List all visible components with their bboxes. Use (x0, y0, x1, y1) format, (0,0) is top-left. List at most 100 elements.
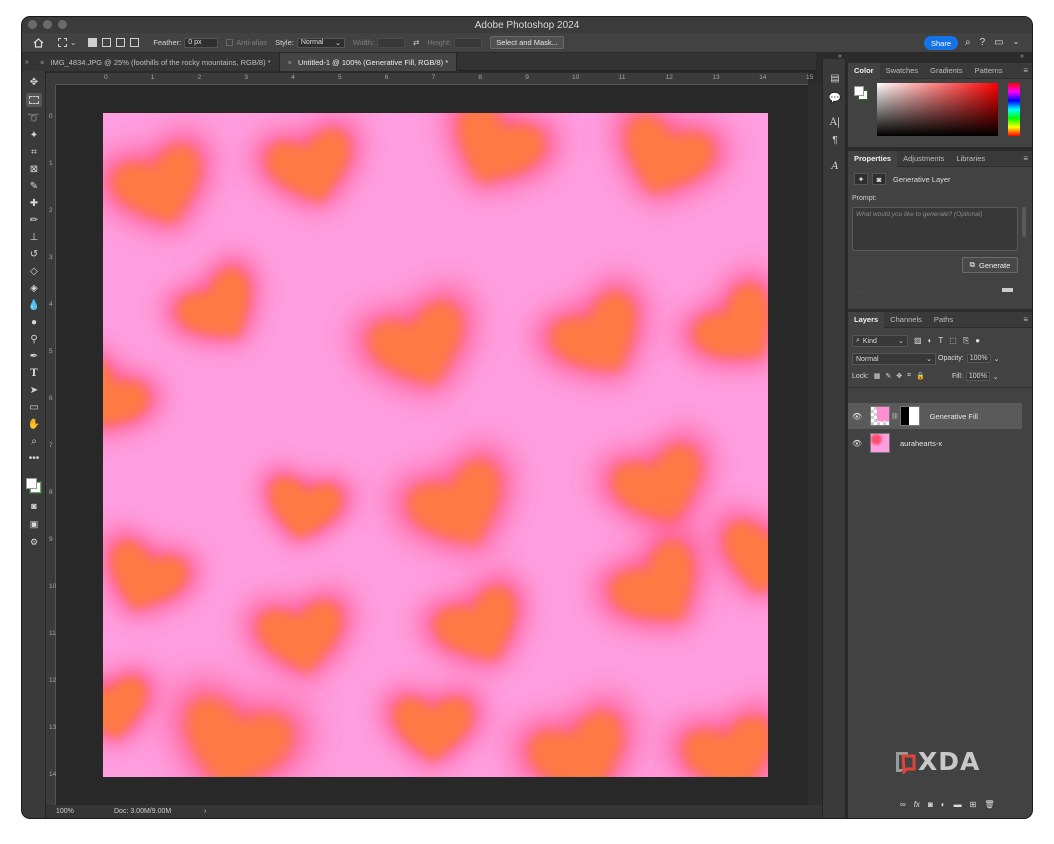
object-selection-tool-icon[interactable]: ✦ (26, 128, 42, 142)
opacity-slider-icon[interactable]: ⌄ (994, 355, 1000, 363)
chain-link-icon[interactable]: ⛓ (891, 413, 899, 420)
mask-icon[interactable]: ◙ (872, 173, 886, 185)
marquee-tool-icon[interactable] (26, 93, 42, 107)
filter-type-icon[interactable]: T (938, 336, 943, 346)
filter-adjustment-icon[interactable]: ◐ (928, 336, 933, 346)
panel-menu-icon[interactable]: ≡ (1023, 66, 1028, 75)
layer-style-icon[interactable]: fx (914, 800, 920, 809)
close-tab-icon[interactable]: × (288, 58, 292, 67)
filter-toggle-icon[interactable]: ● (975, 336, 980, 346)
crop-tool-icon[interactable]: ⌗ (26, 145, 42, 159)
home-icon[interactable] (22, 33, 54, 53)
type-tool-icon[interactable]: T (26, 366, 42, 380)
color-panel-swatches[interactable] (854, 86, 868, 100)
close-tab-icon[interactable]: × (40, 58, 44, 67)
lock-image-icon[interactable]: ✎ (885, 372, 891, 380)
style-select[interactable]: Normal ⌄ (296, 37, 345, 48)
path-selection-tool-icon[interactable]: ➤ (26, 383, 42, 397)
lock-transparent-icon[interactable]: ▦ (874, 372, 881, 380)
workspace-icon[interactable]: ▭ (994, 37, 1003, 48)
more-tools-icon[interactable]: ••• (26, 451, 42, 465)
properties-scrollbar[interactable] (1022, 207, 1026, 237)
panel-menu-icon[interactable]: ≡ (1023, 154, 1028, 163)
foreground-color-swatch[interactable] (26, 478, 37, 489)
eraser-tool-icon[interactable]: ◇ (26, 264, 42, 278)
visibility-eye-icon[interactable]: 👁 (850, 439, 864, 448)
intersect-selection-icon[interactable] (130, 38, 140, 47)
lock-position-icon[interactable]: ✥ (896, 372, 902, 380)
search-icon[interactable]: ⌕ (965, 37, 971, 48)
glyphs-panel-icon[interactable]: A (827, 159, 843, 173)
tab-patterns[interactable]: Patterns (969, 63, 1009, 79)
new-layer-icon[interactable]: ⊞ (970, 800, 977, 809)
prompt-textarea[interactable]: What would you like to generate? (Option… (852, 207, 1018, 251)
document-canvas[interactable] (103, 113, 768, 777)
history-brush-tool-icon[interactable]: ↺ (26, 247, 42, 261)
delete-layer-icon[interactable]: 🗑 (984, 800, 994, 809)
vertical-scrollbar[interactable] (808, 85, 822, 805)
new-group-icon[interactable]: ▬ (954, 800, 962, 809)
new-selection-icon[interactable] (88, 38, 98, 47)
brush-tool-icon[interactable]: ✏ (26, 213, 42, 227)
height-input[interactable] (454, 37, 483, 48)
width-input[interactable] (377, 37, 406, 48)
swap-dimensions-icon[interactable]: ⇄ (409, 33, 423, 53)
paint-bucket-tool-icon[interactable]: ◈ (26, 281, 42, 295)
tab-paths[interactable]: Paths (928, 312, 959, 328)
healing-brush-tool-icon[interactable]: ✚ (26, 196, 42, 210)
layer-filter-select[interactable]: ⌕ Kind ⌄ (852, 335, 908, 347)
zoom-level[interactable]: 100% (46, 808, 84, 815)
tab-swatches[interactable]: Swatches (880, 63, 925, 79)
opacity-input[interactable]: 100% (966, 354, 991, 363)
comments-panel-icon[interactable]: 💬 (827, 91, 843, 105)
color-swatches[interactable] (25, 476, 43, 496)
color-field[interactable] (877, 83, 998, 136)
subtract-selection-icon[interactable] (116, 38, 126, 47)
tab-gradients[interactable]: Gradients (924, 63, 969, 79)
lock-all-icon[interactable]: 🔒 (916, 372, 925, 380)
add-mask-icon[interactable]: ◙ (928, 800, 933, 809)
tab-channels[interactable]: Channels (884, 312, 928, 328)
filter-smart-object-icon[interactable]: ⎘ (963, 336, 969, 346)
tab-properties[interactable]: Properties (848, 150, 898, 167)
zoom-tool-icon[interactable]: ⌕ (26, 434, 42, 448)
collapse-dock-icon[interactable]: « (838, 53, 842, 60)
share-button[interactable]: Share (924, 36, 958, 50)
tab-untitled-1[interactable]: × Untitled-1 @ 100% (Generative Fill, RGB… (279, 53, 458, 71)
generate-button[interactable]: ⧉ Generate (962, 257, 1018, 273)
tab-adjustments[interactable]: Adjustments (897, 151, 950, 167)
smudge-tool-icon[interactable]: ⚲ (26, 332, 42, 346)
tab-libraries[interactable]: Libraries (950, 151, 991, 167)
dodge-tool-icon[interactable]: ● (26, 315, 42, 329)
filter-shape-icon[interactable]: ⬚ (949, 336, 957, 346)
help-icon[interactable]: ? (980, 37, 986, 48)
zoom-window-button[interactable] (58, 20, 67, 29)
blur-tool-icon[interactable]: 💧 (26, 298, 42, 312)
move-tool-icon[interactable]: ✥ (26, 75, 42, 89)
variations-toggle-icon[interactable] (1002, 288, 1013, 292)
panel-menu-icon[interactable]: ≡ (1023, 315, 1028, 324)
lasso-tool-icon[interactable]: ➰ (26, 111, 42, 125)
feather-input[interactable]: 0 px (184, 37, 219, 48)
tab-layers[interactable]: Layers (848, 311, 885, 328)
marquee-preset-icon[interactable]: ⌄ (54, 33, 80, 53)
antialias-checkbox[interactable] (226, 39, 234, 46)
clone-stamp-tool-icon[interactable]: ⊥ (26, 230, 42, 244)
character-panel-icon[interactable]: A| (827, 115, 843, 129)
filter-pixel-icon[interactable]: ▨ (914, 336, 922, 346)
minimize-window-button[interactable] (43, 20, 52, 29)
hand-tool-icon[interactable]: ✋ (26, 417, 42, 431)
layer-row-generative-fill[interactable]: 👁 ⛓ Generative Fill (848, 403, 1022, 429)
fill-slider-icon[interactable]: ⌄ (993, 373, 999, 381)
tab-color[interactable]: Color (848, 62, 880, 79)
visibility-eye-icon[interactable]: 👁 (850, 412, 864, 421)
generative-workspace-icon[interactable]: ⚙ (26, 535, 42, 549)
close-window-button[interactable] (28, 20, 37, 29)
status-menu-arrow[interactable]: › (204, 808, 206, 815)
workspace-menu-icon[interactable]: ⌄ (1013, 37, 1020, 48)
collapse-toolbar-icon[interactable]: » (22, 53, 32, 71)
add-selection-icon[interactable] (102, 38, 112, 47)
adjustment-layer-icon[interactable]: ◐ (941, 800, 946, 809)
blend-mode-select[interactable]: Normal ⌄ (852, 353, 936, 365)
quick-mask-icon[interactable]: ◙ (26, 499, 42, 513)
